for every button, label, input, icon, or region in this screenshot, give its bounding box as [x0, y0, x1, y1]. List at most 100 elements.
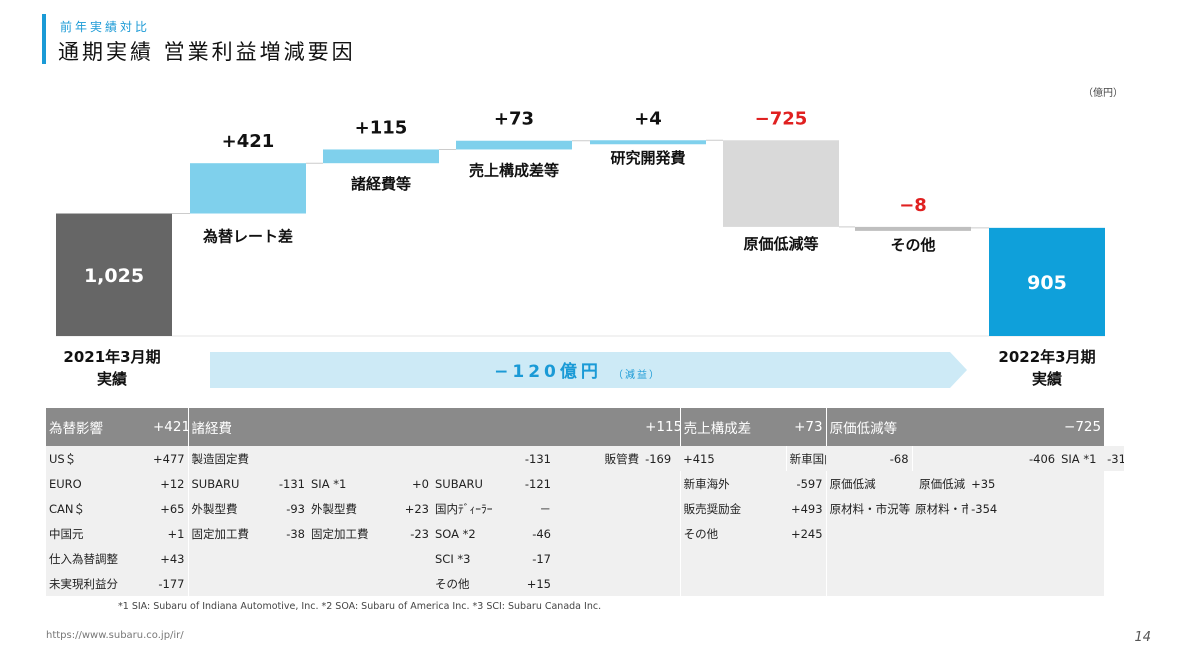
end-label-0: 2022年3月期	[998, 348, 1095, 366]
table-cell: 国内ﾃﾞｨｰﾗｰ	[432, 496, 516, 521]
table-cell: SIA *1	[1058, 446, 1105, 471]
table-cell: CAN＄	[46, 496, 150, 521]
category-label-2: 諸経費等	[351, 175, 411, 193]
table-cell: 固定加工費	[308, 521, 398, 546]
table-cell: -131	[274, 471, 308, 496]
breakdown-table: 為替影響 +421 諸経費 +115 売上構成差 +73 原価低減等 −725 …	[46, 408, 1124, 596]
table-cell: 原価低減	[912, 471, 969, 496]
expenses-header-total: +115	[642, 408, 681, 446]
end-label-1: 実績	[1032, 370, 1062, 388]
table-cell: -68	[826, 446, 913, 471]
cost-header-total: −725	[968, 408, 1105, 446]
table-cell: 原価低減	[825, 471, 913, 496]
table-cell: 中国元	[46, 521, 150, 546]
table-header-row: 為替影響 +421 諸経費 +115 売上構成差 +73 原価低減等 −725	[46, 408, 1124, 446]
table-cell: 製造固定費	[187, 446, 516, 471]
table-cell	[786, 546, 827, 571]
table-cell	[912, 446, 969, 471]
value-label-2: +115	[355, 117, 408, 138]
table-cell: EURO	[46, 471, 150, 496]
mix-header: 売上構成差	[679, 408, 787, 446]
table-cell: -169	[642, 446, 681, 471]
change-note: （減益）	[613, 368, 661, 381]
table-cell: 仕入為替調整	[46, 546, 150, 571]
table-row: 未実現利益分 -177 その他 +15	[46, 571, 1124, 596]
table-cell: 新車海外	[679, 471, 787, 496]
value-label-7: 905	[1027, 272, 1067, 294]
table-cell	[1058, 471, 1105, 496]
bar-2	[323, 149, 439, 164]
table-cell: -177	[150, 571, 188, 596]
table-cell	[187, 571, 274, 596]
value-label-0: 1,025	[84, 265, 144, 287]
table-cell	[187, 546, 274, 571]
table-cell: その他	[432, 571, 516, 596]
table-cell: -121	[516, 471, 554, 496]
table-cell	[642, 521, 681, 546]
source-url[interactable]: https://www.subaru.co.jp/ir/	[46, 630, 184, 641]
value-label-1: +421	[222, 131, 275, 152]
category-label-5: 原価低減等	[743, 235, 818, 253]
table-cell	[912, 571, 969, 596]
expenses-header: 諸経費	[187, 408, 643, 446]
table-cell: 新車国内	[785, 446, 827, 471]
start-label-1: 実績	[97, 370, 127, 388]
table-cell: +245	[786, 521, 827, 546]
table-cell: 販管費	[554, 446, 643, 471]
page-number: 14	[1134, 630, 1151, 645]
table-cell	[308, 571, 398, 596]
category-label-1: 為替レート差	[202, 228, 293, 246]
table-cell	[679, 546, 787, 571]
start-label-0: 2021年3月期	[63, 348, 160, 366]
table-cell: US＄	[46, 446, 150, 471]
table-cell: +15	[516, 571, 554, 596]
table-cell: -93	[274, 496, 308, 521]
footnote: *1 SIA: Subaru of Indiana Automotive, In…	[118, 601, 602, 612]
table-cell	[554, 496, 643, 521]
table-cell	[554, 546, 643, 571]
fx-header-total: +421	[150, 408, 188, 446]
table-cell	[554, 521, 643, 546]
table-cell: -354	[968, 496, 1059, 521]
cost-header: 原価低減等	[825, 408, 969, 446]
table-cell: +65	[150, 496, 188, 521]
bar-5	[723, 140, 839, 227]
table-cell: 原材料・市況等	[825, 496, 913, 521]
table-cell: SCI *3	[432, 546, 516, 571]
table-cell	[1058, 496, 1105, 521]
table-cell	[912, 546, 969, 571]
table-cell: SOA *2	[432, 521, 516, 546]
table-row: 中国元 +1 固定加工費 -38 固定加工費 -23 SOA *2 -46 その他 +245	[46, 521, 1124, 546]
table-cell	[398, 571, 432, 596]
table-cell: +0	[398, 471, 432, 496]
table-cell: 原材料・市況等	[912, 496, 969, 521]
table-cell	[1058, 546, 1105, 571]
table-cell: SUBARU	[187, 471, 274, 496]
table-cell: +1	[150, 521, 188, 546]
table-cell	[642, 471, 681, 496]
table-cell	[825, 546, 913, 571]
table-cell	[274, 546, 308, 571]
table-cell: 外製型費	[187, 496, 274, 521]
mix-header-total: +73	[786, 408, 827, 446]
table-cell: +12	[150, 471, 188, 496]
table-cell: +477	[150, 446, 188, 471]
table-cell: 外製型費	[308, 496, 398, 521]
table-cell: -46	[516, 521, 554, 546]
table-cell	[554, 471, 643, 496]
table-cell	[1058, 521, 1105, 546]
bar-1	[190, 163, 306, 214]
table-cell: +23	[398, 496, 432, 521]
waterfall-chart: 1,025 +421 為替レート差 +115 諸経費等 +73 売上構成差等 +4 研究開発費 −…	[56, 108, 1105, 388]
table-cell: -38	[274, 521, 308, 546]
table-cell	[308, 546, 398, 571]
fx-header: 為替影響	[46, 408, 150, 446]
table-cell: -319	[1104, 446, 1124, 471]
table-cell	[968, 546, 1059, 571]
table-row: EURO +12 SUBARU -131 SIA *1 +0 SUBARU -121 新車海外 -…	[46, 471, 1124, 496]
category-label-6: その他	[890, 236, 935, 254]
change-amount: −120億円	[494, 361, 602, 382]
value-label-4: +4	[634, 108, 662, 129]
bar-3	[456, 140, 572, 150]
bar-6	[855, 226, 971, 231]
